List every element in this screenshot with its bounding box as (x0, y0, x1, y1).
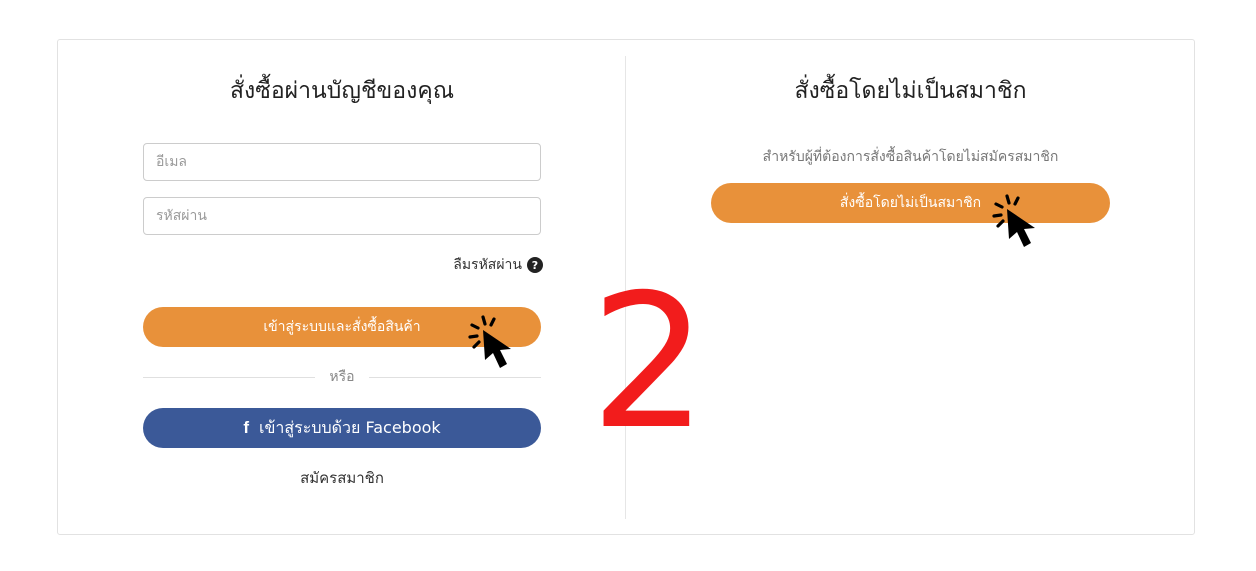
facebook-login-button[interactable]: f เข้าสู่ระบบด้วย Facebook (143, 408, 541, 448)
facebook-button-label: เข้าสู่ระบบด้วย Facebook (259, 417, 441, 437)
member-section-title: สั่งซื้อผ่านบัญชีของคุณ (229, 78, 455, 104)
help-circle-icon: ? (527, 257, 543, 273)
guest-button-label: สั่งซื้อโดยไม่เป็นสมาชิก (839, 195, 982, 211)
register-link[interactable]: สมัครสมาชิก (143, 466, 541, 490)
login-button-label: เข้าสู่ระบบและสั่งซื้อสินค้า (263, 319, 421, 335)
click-cursor-icon (992, 194, 1035, 247)
step-number-annotation: 2 (590, 254, 708, 470)
or-line-right (368, 376, 541, 378)
guest-section-title: สั่งซื้อโดยไม่เป็นสมาชิก (794, 78, 1027, 104)
forgot-password-label: ลืมรหัสผ่าน (453, 257, 522, 273)
guest-description: สำหรับผู้ที่ต้องการสั่งซื้อสินค้าโดยไม่ส… (762, 149, 1059, 165)
or-label: หรือ (329, 369, 355, 385)
forgot-password-link[interactable]: ลืมรหัสผ่าน ? (453, 254, 543, 276)
or-line-left (143, 376, 316, 378)
email-input[interactable] (143, 143, 541, 181)
password-input[interactable] (143, 197, 541, 235)
facebook-icon: f (243, 418, 249, 437)
click-cursor-icon (468, 315, 511, 368)
